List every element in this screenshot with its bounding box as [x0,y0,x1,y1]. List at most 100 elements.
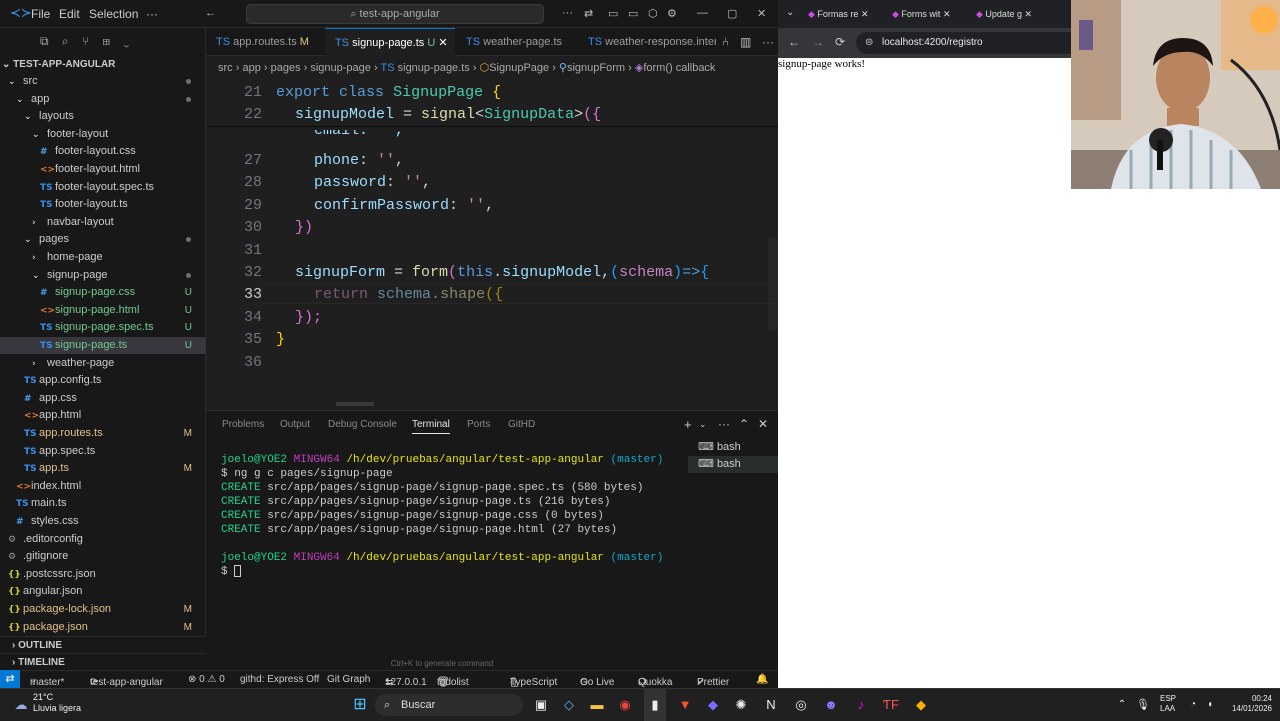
search-icon[interactable]: ⌕ [62,34,69,48]
tree-item[interactable]: TS app.spec.ts [0,443,206,460]
terminal-app-icon[interactable]: ▮ [644,689,666,721]
weather-cloud-icon[interactable]: ☁ [12,689,30,721]
tree-item[interactable]: {} .postcssrc.json [0,566,206,583]
layout-sidebar-icon[interactable]: ▭ [608,7,618,20]
tree-item[interactable]: › home-page [0,249,206,266]
tree-item[interactable]: TS app.routes.ts M [0,425,206,442]
settings-gear-icon[interactable]: ⚙ [667,7,677,20]
remote-indicator[interactable]: ⇄ [0,670,20,688]
tree-item[interactable]: TS signup-page.ts U [0,337,206,354]
brave-icon[interactable]: ▼ [676,689,694,721]
maximize-icon[interactable]: ▢ [727,7,737,20]
minimize-icon[interactable]: — [697,7,708,19]
tab-problems[interactable]: Problems [222,419,264,430]
breadcrumb-item[interactable]: app [242,62,260,74]
tree-item[interactable]: # styles.css [0,513,206,530]
back-arrow-icon[interactable]: ← [205,7,216,19]
tab-weather-response[interactable]: TS weather-response.inter [578,28,716,56]
chevron-down-icon[interactable]: ⌄ [124,34,130,48]
tree-item[interactable]: <>app.html [0,407,206,424]
tree-item[interactable]: TS app.config.ts [0,372,206,389]
editor-scrollbar[interactable] [768,238,778,330]
tree-item[interactable]: TS signup-page.spec.ts U [0,319,206,336]
notion-icon[interactable]: N [762,689,780,721]
terminal-item-selected[interactable]: ⌨ bash [688,456,778,473]
sync-icon[interactable]: ⇄ [584,7,593,20]
tf-icon[interactable]: ƬF [882,689,900,721]
tree-item[interactable]: › weather-page [0,355,206,372]
breadcrumb-item[interactable]: signup-page.ts [398,62,470,74]
tree-item[interactable]: TS main.ts [0,495,206,512]
tree-item[interactable]: TS app.ts M [0,460,206,477]
code-editor[interactable]: 21 22 27 28 29 30 31 32 33 34 35 36 expo… [206,78,778,408]
weather-widget[interactable]: 21°C Lluvia ligera [33,692,81,714]
tree-item[interactable]: # footer-layout.css [0,143,206,160]
site-info-icon[interactable]: ⊜ [865,32,873,54]
breadcrumb-item[interactable]: src [218,62,233,74]
breadcrumb-item[interactable]: form() callback [643,62,715,74]
browser-tab[interactable]: ◆ Forms wit ✕ [892,4,974,24]
more-icon[interactable]: ··· [562,7,573,19]
bell-icon[interactable]: 🔔 [756,674,768,685]
close-icon[interactable]: ✕ [1024,9,1032,19]
tree-item[interactable]: ⚙ .gitignore [0,548,206,565]
language-indicator[interactable]: ESP LAA [1160,694,1176,714]
status-git-graph[interactable]: Git Graph [327,674,370,685]
file-explorer-icon[interactable]: ▬ [588,689,606,721]
tab-app-routes[interactable]: TS app.routes.ts M [206,28,324,56]
tab-weather-page[interactable]: TS weather-page.ts [456,28,576,56]
reload-icon[interactable]: ⟳ [835,35,845,49]
breadcrumb-item[interactable]: pages [271,62,301,74]
more-icon[interactable]: ··· [762,35,774,49]
explorer-root[interactable]: ⌄ TEST-APP-ANGULAR [0,56,206,73]
tree-item[interactable]: TS footer-layout.ts [0,196,206,213]
tree-item[interactable]: # app.css [0,390,206,407]
tree-item[interactable]: ⌄ app [0,91,206,108]
tree-item[interactable]: ⌄ signup-page [0,267,206,284]
clock[interactable]: 00:24 14/01/2026 [1220,694,1272,714]
volume-icon[interactable]: ◖ [1203,689,1217,721]
forward-icon[interactable]: → [812,35,824,49]
tree-item[interactable]: ⌄ layouts [0,108,206,125]
browser-tab[interactable]: ◆ Update g ✕ [976,4,1058,24]
new-terminal-plus-icon[interactable]: + [684,417,692,432]
tree-item[interactable]: › navbar-layout [0,214,206,231]
task-view-icon[interactable]: ▣ [532,689,550,721]
tiktok-icon[interactable]: ♪ [852,689,870,721]
discord-icon[interactable]: ☻ [822,689,840,721]
menu-selection[interactable]: Selection [89,7,138,21]
compare-icon[interactable]: ⑃ [722,35,729,49]
more-icon[interactable]: ··· [718,417,730,431]
tree-item[interactable]: <>index.html [0,478,206,495]
chevron-down-icon[interactable]: ⌄ [699,419,707,430]
proton-icon[interactable]: ◆ [704,689,722,721]
breadcrumb-item[interactable]: signupForm [567,62,625,74]
taskbar-search[interactable]: ⌕ Buscar [375,694,523,716]
tree-item[interactable]: ⚙ .editorconfig [0,531,206,548]
tab-githd[interactable]: GitHD [508,419,535,430]
close-icon[interactable]: ✕ [757,7,766,20]
tab-output[interactable]: Output [280,419,310,430]
wifi-icon[interactable]: ◔ [1186,689,1200,721]
tree-item[interactable]: <>signup-page.html U [0,302,206,319]
menu-more[interactable]: ··· [146,7,158,21]
status-githd[interactable]: githd: Express Off [240,674,319,685]
windows-start-icon[interactable]: ⊞ [350,689,370,721]
copilot-icon[interactable]: ◇ [560,689,578,721]
github-icon[interactable]: ◎ [792,689,810,721]
extension-icon[interactable]: ⬡ [648,7,658,20]
split-editor-icon[interactable]: ▥ [740,35,751,49]
tree-item[interactable]: {} angular.json [0,583,206,600]
tab-terminal[interactable]: Terminal [412,419,450,434]
extensions-icon[interactable]: ⊞ [103,34,111,48]
tab-search-icon[interactable]: ⌄ [786,7,794,18]
close-icon[interactable]: ✕ [438,37,447,49]
tree-item[interactable]: # signup-page.css U [0,284,206,301]
source-control-icon[interactable]: ⑂ [82,34,89,48]
timeline-section[interactable]: › TIMELINE [0,653,206,670]
copy-icon[interactable]: ⧉ [40,34,49,48]
close-panel-icon[interactable]: ✕ [758,417,768,431]
outline-section[interactable]: › OUTLINE [0,636,206,653]
terminal-output[interactable]: joelo@YOE2 MINGW64 /h/dev/pruebas/angula… [221,453,663,579]
tree-item[interactable]: TS footer-layout.spec.ts [0,179,206,196]
